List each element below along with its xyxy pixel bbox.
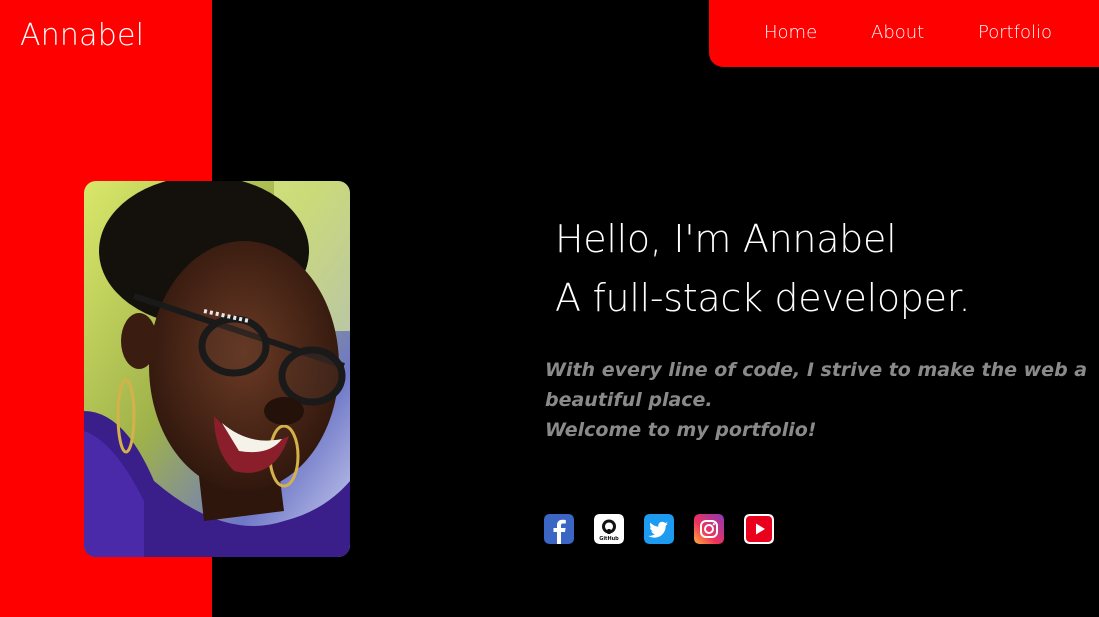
tagline-line-3: Welcome to my portfolio!	[545, 419, 817, 441]
hero-tagline: With every line of code, I strive to mak…	[545, 355, 1088, 445]
twitter-icon[interactable]	[644, 514, 674, 544]
nav-home-link[interactable]: Home	[764, 22, 817, 43]
tagline-line-2: beautiful place.	[545, 389, 713, 411]
hero-heading: Hello, I'm Annabel A full-stack develope…	[555, 210, 971, 328]
instagram-icon[interactable]	[694, 514, 724, 544]
youtube-icon[interactable]	[744, 514, 774, 544]
nav-about-link[interactable]: About	[871, 22, 924, 43]
github-label: GitHub	[599, 536, 619, 542]
profile-photo	[84, 181, 350, 557]
greeting-text: Hello, I'm Annabel	[555, 217, 897, 261]
social-links: GitHub	[544, 514, 774, 544]
nav-portfolio-link[interactable]: Portfolio	[978, 22, 1052, 43]
top-nav: Home About Portfolio	[709, 0, 1099, 67]
tagline-line-1: With every line of code, I strive to mak…	[545, 359, 1088, 381]
facebook-icon[interactable]	[544, 514, 574, 544]
role-text: A full-stack developer.	[555, 276, 971, 320]
site-logo[interactable]: Annabel	[20, 18, 144, 53]
page: Annabel Home About Portfolio Hello, I'm …	[0, 0, 1099, 617]
github-icon[interactable]: GitHub	[594, 514, 624, 544]
